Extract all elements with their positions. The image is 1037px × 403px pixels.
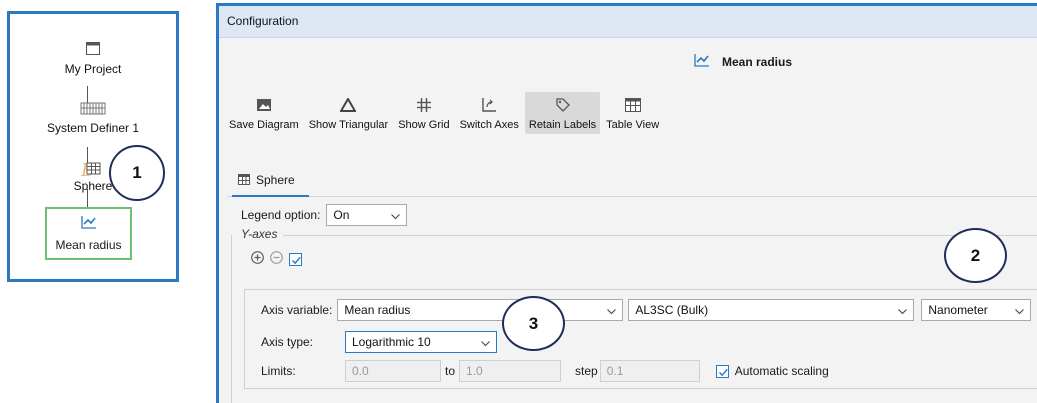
axis-variable-select[interactable]: Mean radius (337, 299, 624, 321)
window-title: Configuration (219, 6, 1037, 38)
unit-value: Nanometer (928, 303, 988, 317)
callout-2: 2 (944, 228, 1007, 283)
callout-1: 1 (109, 145, 165, 201)
tab-bar: Sphere (227, 163, 1037, 197)
configuration-window: Configuration Mean radius Save Diagram S… (216, 3, 1037, 403)
tool-label: Show Grid (398, 119, 450, 131)
save-diagram-button[interactable]: Save Diagram (225, 92, 303, 134)
automatic-scaling-checkbox[interactable] (715, 364, 729, 378)
y-axes-section-title: Y-axes (241, 227, 278, 241)
legend-option-select[interactable]: On (326, 204, 408, 226)
tree-node-my-project[interactable]: My Project (10, 42, 176, 76)
chevron-down-icon (391, 209, 401, 220)
switch-axes-button[interactable]: Switch Axes (456, 92, 523, 134)
phase-value: AL3SC (Bulk) (635, 303, 709, 317)
tab-sphere[interactable]: Sphere (232, 169, 309, 197)
tree-node-label: My Project (64, 62, 122, 76)
legend-option-value: On (333, 208, 350, 222)
axis-variable-row: Axis variable: Mean radius AL3SC (Bulk) … (261, 299, 1032, 321)
table-view-button[interactable]: Table View (602, 92, 663, 134)
legend-option-row: Legend option: On (241, 204, 408, 226)
axis-variable-value: Mean radius (344, 303, 411, 317)
triangle-icon (340, 96, 357, 114)
show-triangular-button[interactable]: Show Triangular (305, 92, 393, 134)
callout-3: 3 (502, 296, 565, 351)
project-tree-panel: My Project System Definer 1 B Sphere Mea… (7, 11, 179, 282)
limit-max-field[interactable]: 1.0 (459, 360, 562, 382)
chevron-down-icon (898, 304, 908, 315)
unit-select[interactable]: Nanometer (921, 299, 1032, 321)
legend-option-label: Legend option: (241, 208, 321, 222)
phase-select[interactable]: AL3SC (Bulk) (628, 299, 915, 321)
image-icon (256, 96, 271, 114)
tree-node-label: System Definer 1 (46, 121, 140, 135)
section-divider (231, 235, 232, 403)
switch-axes-icon (481, 96, 497, 114)
grid-hash-icon (416, 96, 431, 114)
chevron-down-icon (607, 304, 617, 315)
page-title: Mean radius (694, 53, 792, 70)
section-divider (283, 235, 1037, 236)
tool-label: Save Diagram (229, 119, 299, 131)
axis-variable-label: Axis variable: (261, 303, 333, 317)
table-icon (238, 174, 250, 188)
limits-label: Limits: (261, 364, 296, 378)
tree-node-mean-radius[interactable]: Mean radius (45, 207, 132, 260)
line-chart-icon (694, 53, 710, 70)
line-chart-icon (81, 215, 97, 232)
step-label: step (575, 364, 598, 378)
to-label: to (445, 364, 456, 378)
limit-min-field[interactable]: 0.0 (345, 360, 441, 382)
retain-labels-button[interactable]: Retain Labels (524, 92, 601, 134)
chevron-down-icon (1015, 304, 1025, 315)
automatic-scaling-label: Automatic scaling (734, 364, 829, 378)
axis-type-select[interactable]: Logarithmic 10 (345, 331, 497, 353)
window-icon (10, 42, 176, 62)
axis-type-row: Axis type: Logarithmic 10 (261, 331, 497, 353)
tab-label: Sphere (256, 173, 295, 187)
y-axes-controls (251, 251, 302, 267)
tree-node-label: Mean radius (55, 238, 122, 252)
tree-node-system-definer[interactable]: System Definer 1 (10, 101, 176, 135)
chevron-down-icon (481, 336, 490, 347)
axis-type-label: Axis type: (261, 335, 314, 349)
system-definer-icon (10, 101, 176, 121)
toolbar: Save Diagram Show Triangular Show Grid S… (225, 92, 665, 134)
limits-row: Limits: 0.0 to 1.0 step 0.1 Automatic sc… (261, 360, 829, 382)
heading-label: Mean radius (722, 54, 793, 69)
tool-label: Show Triangular (308, 119, 389, 131)
tool-label: Retain Labels (528, 119, 597, 131)
table-icon (624, 96, 641, 114)
tag-icon (555, 96, 571, 114)
step-field[interactable]: 0.1 (599, 360, 700, 382)
tool-label: Switch Axes (459, 119, 519, 131)
tool-label: Table View (606, 119, 660, 131)
remove-axis-icon[interactable] (270, 251, 283, 267)
show-grid-button[interactable]: Show Grid (394, 92, 453, 134)
add-axis-icon[interactable] (251, 251, 264, 267)
axis-type-value: Logarithmic 10 (352, 335, 431, 349)
axis-enabled-checkbox[interactable] (289, 252, 302, 266)
